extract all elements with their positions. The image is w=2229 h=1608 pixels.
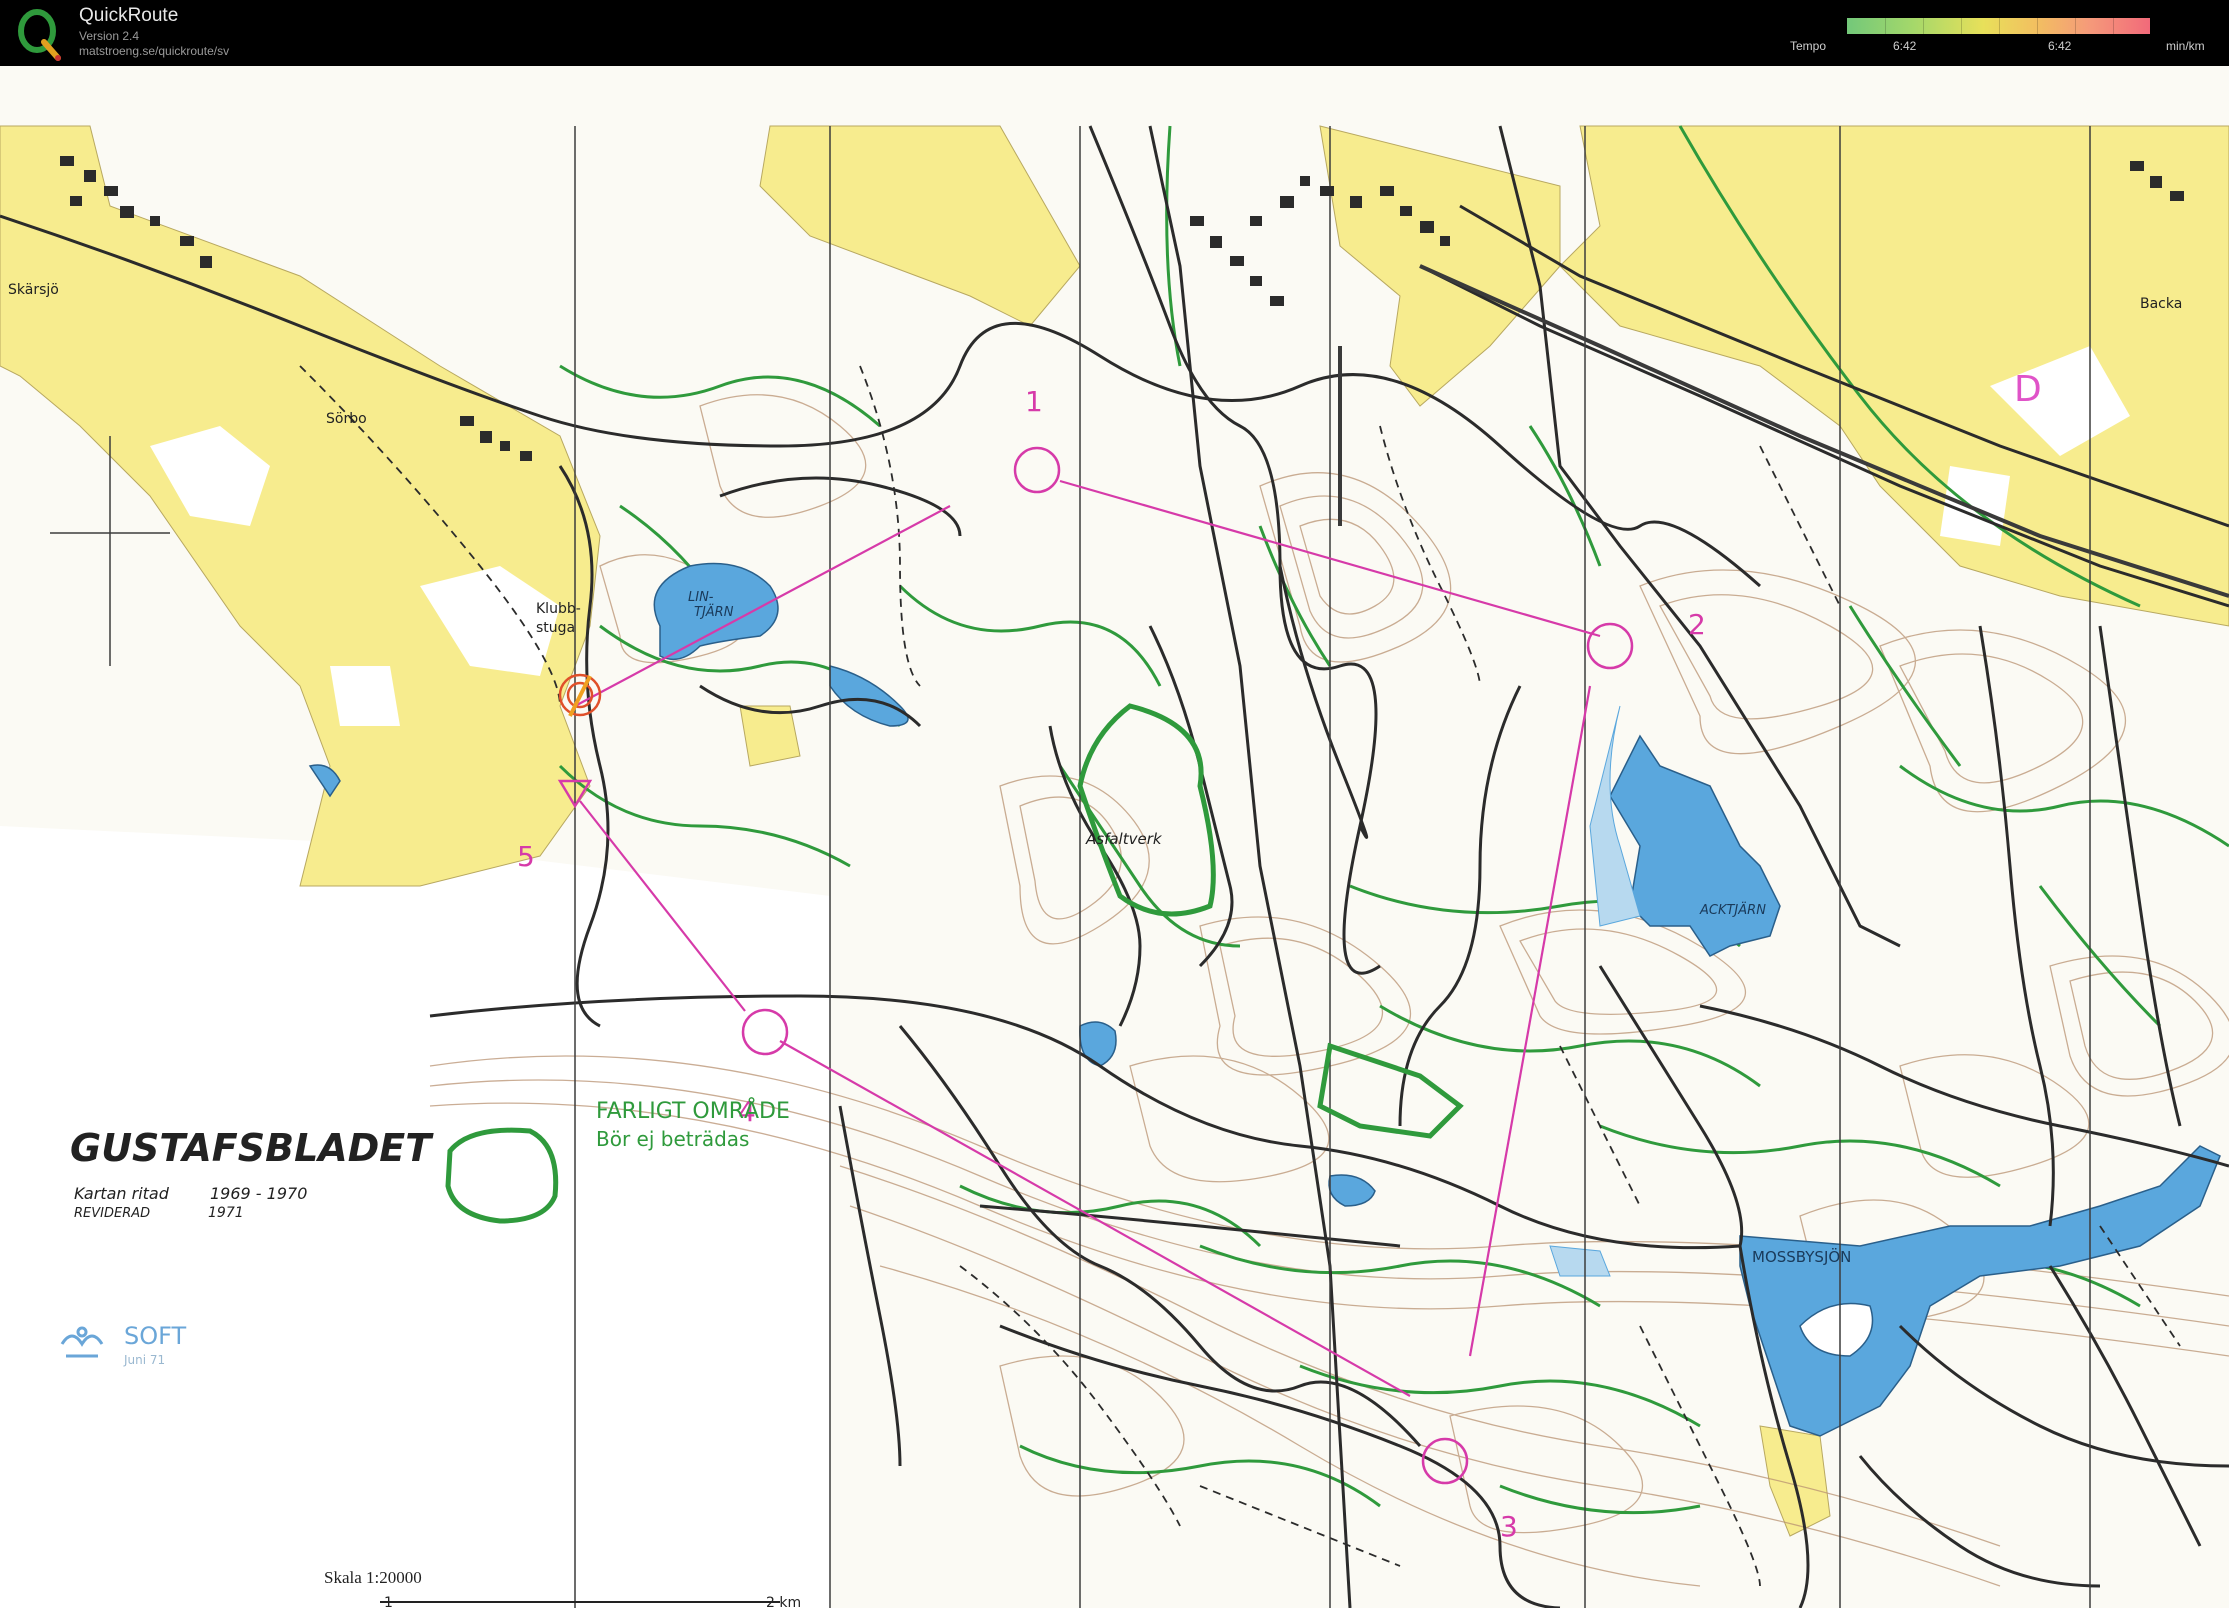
map-title: GUSTAFSBLADET: [70, 1126, 434, 1170]
place-label: TJÄRN: [694, 604, 734, 620]
scale-text: Skala 1:20000: [324, 1568, 422, 1587]
place-label: D: [2014, 369, 2042, 410]
place-label: stuga: [536, 620, 575, 636]
soft-logo-text: SOFT: [124, 1322, 187, 1350]
place-label: Sörbo: [326, 411, 367, 427]
danger-text: Bör ej beträdas: [596, 1127, 749, 1151]
control-number-3: 3: [1500, 1510, 1518, 1543]
tempo-min-value: 6:42: [1893, 39, 1917, 53]
app-version: Version 2.4: [79, 29, 140, 43]
quickroute-logo-icon: [18, 9, 61, 61]
control-number-2: 2: [1688, 608, 1706, 641]
tempo-gradient-bar: [1847, 18, 2150, 34]
place-label: MOSSBYSJÖN: [1752, 1247, 1851, 1266]
revised-label: REVIDERAD: [74, 1206, 150, 1221]
place-label: LIN-: [688, 590, 714, 605]
revised-year: 1971: [208, 1205, 244, 1221]
tempo-max-value: 6:42: [2048, 39, 2072, 53]
app-header: QuickRoute Version 2.4 matstroeng.se/qui…: [0, 0, 2229, 66]
place-label: Klubb-: [536, 601, 581, 617]
drawn-years: 1969 - 1970: [210, 1184, 307, 1203]
control-number-1: 1: [1025, 385, 1043, 418]
control-number-5: 5: [517, 840, 535, 873]
tempo-unit: min/km: [2166, 39, 2205, 53]
danger-title: FARLIGT OMRÅDE: [596, 1097, 790, 1124]
app-title: QuickRoute: [79, 5, 179, 26]
place-label: Skärsjö: [8, 282, 59, 298]
place-label: ACKTJÄRN: [1699, 902, 1766, 918]
place-label: Asfaltverk: [1085, 830, 1163, 848]
soft-logo-date: Juni 71: [123, 1353, 165, 1367]
tempo-legend-label: Tempo: [1790, 39, 1827, 53]
place-label: Backa: [2140, 296, 2182, 312]
drawn-label: Kartan ritad: [74, 1184, 170, 1203]
orienteering-map[interactable]: Skärsjö Sörbo Klubb- stuga LIN- TJÄRN As…: [0, 66, 2229, 1608]
app-url[interactable]: matstroeng.se/quickroute/sv: [79, 44, 229, 58]
